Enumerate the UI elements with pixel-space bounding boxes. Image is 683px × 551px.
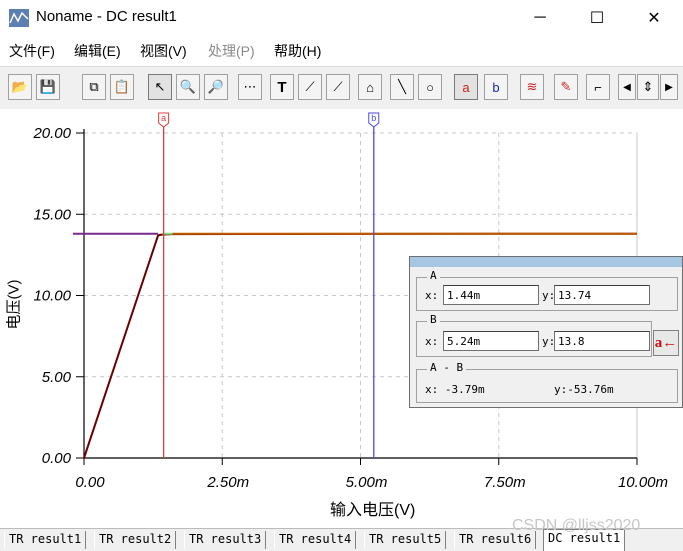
open-folder-icon: 📂: [11, 79, 29, 94]
zoom-in-icon: 🔍: [179, 79, 197, 94]
app-waveform-icon: [9, 9, 29, 27]
x-tick-label: 10.00m: [618, 474, 668, 491]
circle-button[interactable]: ○: [418, 74, 442, 100]
cursor-a-x-field[interactable]: 1.44m: [443, 285, 539, 305]
marker-button[interactable]: ⌐: [586, 74, 610, 100]
difference-group: A - B x: -3.79m y:-53.76m: [416, 361, 678, 403]
x-tick-label: 5.00m: [346, 474, 388, 491]
minimize-button[interactable]: ─: [511, 0, 569, 36]
line-button[interactable]: ╲: [390, 74, 414, 100]
x-tick-label: 7.50m: [484, 474, 526, 491]
title-bar: Noname - DC result1 ─ ☐ ✕: [0, 0, 683, 36]
grid-icon: ⋯: [243, 79, 257, 94]
cursor-b-x-label: x:: [425, 335, 439, 348]
add-trace-icon: ≋: [526, 79, 538, 94]
difference-y-value: y:-53.76m: [554, 383, 614, 396]
panel-caption-bar[interactable]: [410, 257, 682, 267]
menu-file[interactable]: 文件(F): [9, 41, 55, 61]
marker-icon: ⌐: [594, 79, 602, 95]
cursor-a-x-label: x:: [425, 289, 439, 302]
x-tick-label: 2.50m: [206, 474, 249, 491]
maximize-button[interactable]: ☐: [568, 0, 626, 36]
y-tick-label: 5.00: [42, 369, 72, 386]
difference-x-value: x: -3.79m: [425, 383, 485, 396]
save-button[interactable]: 💾: [36, 74, 60, 100]
text-button[interactable]: T: [270, 74, 294, 100]
cursor-readout-panel[interactable]: A x: 1.44m y: 13.74 B x: 5.24m y: 13.8 a…: [409, 256, 683, 408]
scroll-updown-icon: ⇕: [642, 79, 654, 94]
cursor-b-x-field[interactable]: 5.24m: [443, 331, 539, 351]
difference-title: A - B: [427, 361, 467, 374]
cursor-a-group: A x: 1.44m y: 13.74: [416, 269, 678, 311]
copy-button[interactable]: ⧉: [82, 74, 106, 100]
minimize-icon: ─: [534, 9, 546, 26]
open-button[interactable]: 📂: [8, 74, 32, 100]
copy-icon: ⧉: [89, 79, 99, 94]
axis-x-icon: ⟋: [305, 79, 315, 94]
axis-settings-button[interactable]: ⌂: [358, 74, 382, 100]
save-icon: 💾: [39, 79, 57, 94]
probe-icon: ✎: [560, 79, 572, 94]
swap-cursor-icon: a←: [654, 334, 678, 351]
scroll-updown-button[interactable]: ⇕: [637, 74, 659, 100]
zoom-100-icon: 🔎: [207, 79, 225, 94]
swap-cursor-button[interactable]: a←: [653, 330, 679, 356]
tab-tr-result4[interactable]: TR result4: [274, 531, 357, 549]
cursor-b-group: B x: 5.24m y: 13.8: [416, 313, 652, 357]
cursor-b-y-field[interactable]: 13.8: [554, 331, 650, 351]
axis-settings-icon: ⌂: [366, 79, 374, 95]
cursor-b-button[interactable]: b: [484, 74, 508, 100]
menu-bar: 文件(F) 编辑(E) 视图(V) 处理(P) 帮助(H): [0, 37, 683, 63]
y-axis-label: 电压(V): [5, 279, 23, 330]
y-tick-label: 0.00: [42, 450, 72, 467]
close-icon: ✕: [647, 10, 661, 27]
cursor-b-title: B: [427, 313, 440, 326]
cursor-a-y-field[interactable]: 13.74: [554, 285, 650, 305]
cursor-a-button[interactable]: a: [454, 74, 478, 100]
paste-button[interactable]: 📋: [110, 74, 134, 100]
select-tool-button[interactable]: ↖: [148, 74, 172, 100]
tab-tr-result1[interactable]: TR result1: [4, 531, 87, 549]
grid-button[interactable]: ⋯: [238, 74, 262, 100]
add-trace-button[interactable]: ≋: [520, 74, 544, 100]
scroll-right-button[interactable]: ▶: [660, 74, 678, 100]
cursor-b-flag-label: b: [371, 113, 376, 123]
cursor-a-flag-label: a: [161, 113, 166, 123]
cursor-b-icon: b: [492, 79, 500, 95]
menu-process[interactable]: 处理(P): [208, 41, 255, 61]
axis-y-icon: ⟋: [333, 79, 343, 94]
zoom-in-button[interactable]: 🔍: [176, 74, 200, 100]
cursor-a-icon: a: [462, 79, 470, 95]
x-tick-label: 0.00: [75, 474, 105, 491]
circle-icon: ○: [426, 79, 434, 95]
window-title: Noname - DC result1: [36, 8, 177, 25]
menu-edit[interactable]: 编辑(E): [74, 41, 121, 61]
scroll-left-icon: ◀: [623, 81, 631, 93]
maximize-icon: ☐: [589, 10, 605, 27]
line-icon: ╲: [398, 79, 406, 94]
y-tick-label: 20.00: [32, 125, 71, 142]
tab-tr-result5[interactable]: TR result5: [364, 531, 447, 549]
text-icon: T: [277, 78, 287, 96]
menu-view[interactable]: 视图(V): [140, 41, 187, 61]
paste-icon: 📋: [113, 79, 131, 94]
x-axis-label: 输入电压(V): [330, 502, 416, 519]
menu-help[interactable]: 帮助(H): [274, 41, 321, 61]
toolbar: 📂 💾 ⧉ 📋 ↖ 🔍 🔎 ⋯ T ⟋ ⟋ ⌂ ╲ ○ a b ≋ ✎ ⌐ ◀ …: [0, 66, 683, 110]
cursor-a-title: A: [427, 269, 440, 282]
y-tick-label: 15.00: [33, 206, 71, 223]
close-button[interactable]: ✕: [625, 0, 683, 36]
x-axis-button[interactable]: ⟋: [298, 74, 322, 100]
y-tick-label: 10.00: [33, 288, 71, 305]
scroll-left-button[interactable]: ◀: [618, 74, 636, 100]
probe-button[interactable]: ✎: [554, 74, 578, 100]
tab-tr-result2[interactable]: TR result2: [94, 531, 177, 549]
pointer-icon: ↖: [154, 79, 166, 94]
watermark: CSDN @lljss2020: [512, 517, 641, 534]
tab-tr-result3[interactable]: TR result3: [184, 531, 267, 549]
zoom-100-button[interactable]: 🔎: [204, 74, 228, 100]
y-axis-button[interactable]: ⟋: [326, 74, 350, 100]
scroll-right-icon: ▶: [665, 81, 673, 93]
y-axis-label-wrap: 电压(V): [0, 280, 30, 330]
